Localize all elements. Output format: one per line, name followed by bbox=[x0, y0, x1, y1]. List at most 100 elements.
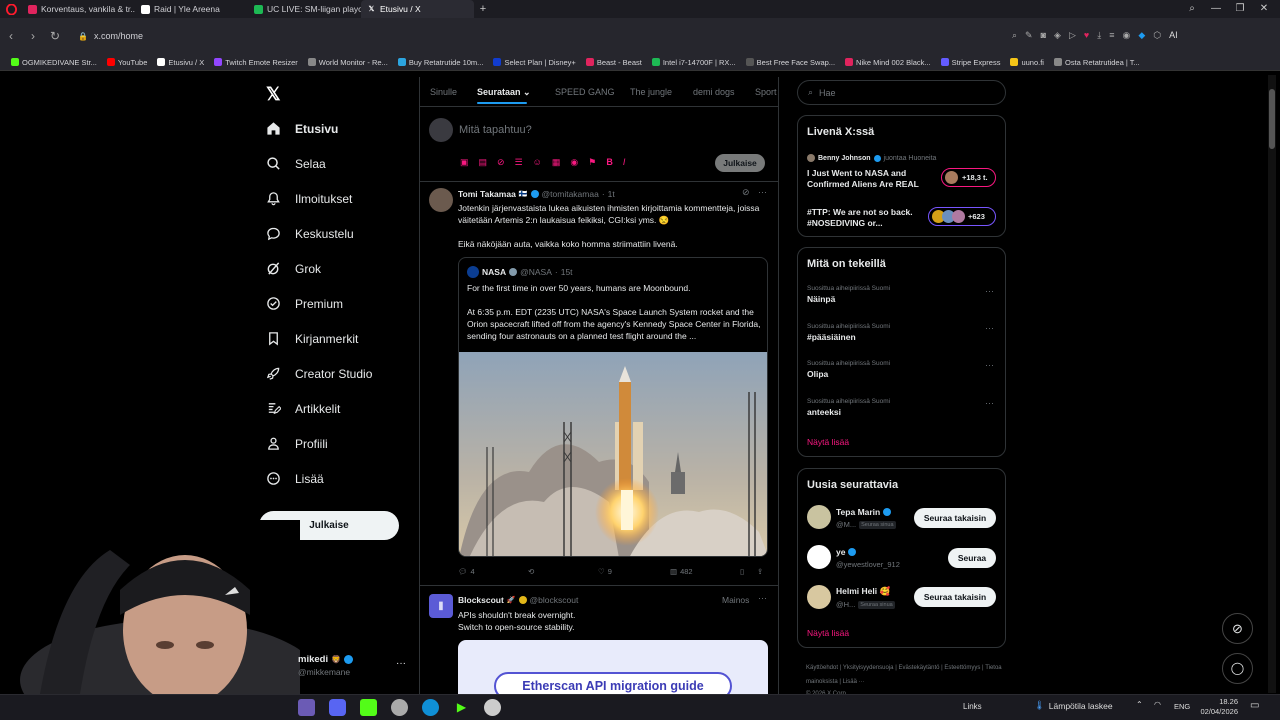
back-icon[interactable]: ‹ bbox=[0, 25, 22, 47]
browser-tab-2[interactable]: Raid | Yle Areena bbox=[135, 0, 248, 18]
more-icon[interactable]: ··· bbox=[985, 323, 994, 333]
media-icon[interactable]: ▶ bbox=[453, 699, 470, 716]
live-listeners[interactable]: +623 bbox=[928, 207, 996, 226]
bookmark-item[interactable]: OGMIKEDIVANE Str... bbox=[6, 54, 102, 71]
search-tabs-icon[interactable]: ⌕ bbox=[1180, 0, 1204, 18]
tab-sport[interactable]: Sport bbox=[755, 87, 777, 97]
edge-icon[interactable] bbox=[422, 699, 439, 716]
live-item-title[interactable]: #TTP: We are not so back. #NOSEDIVING or… bbox=[807, 207, 922, 229]
maximize-button[interactable]: ❐ bbox=[1228, 0, 1252, 18]
more-icon[interactable]: ··· bbox=[758, 187, 767, 197]
bookmark-item[interactable]: Nike Mind 002 Black... bbox=[840, 54, 936, 71]
bookmark-item[interactable]: Intel i7-14700F | RX... bbox=[647, 54, 741, 71]
share-button[interactable]: ⇪ bbox=[757, 567, 763, 576]
emoji-icon[interactable]: ☺ bbox=[533, 157, 542, 168]
opera-logo-icon[interactable] bbox=[0, 0, 22, 18]
profile-icon[interactable]: ◉ bbox=[1122, 30, 1130, 41]
play-icon[interactable]: ▷ bbox=[1069, 30, 1076, 41]
browser-tab-1[interactable]: Korventaus, vankila & tr... bbox=[22, 0, 135, 18]
tweet-time[interactable]: 1t bbox=[608, 189, 615, 199]
follow-back-button[interactable]: Seuraa takaisin bbox=[914, 508, 996, 528]
flag-icon[interactable]: ⚑ bbox=[588, 157, 596, 168]
reply-button[interactable]: 💬︎ 4 bbox=[458, 567, 475, 576]
poll-icon[interactable]: ☰ bbox=[515, 157, 523, 168]
nav-item-premium[interactable]: Premium bbox=[266, 296, 343, 311]
scrollbar-thumb[interactable] bbox=[1269, 89, 1275, 149]
more-icon[interactable]: ··· bbox=[985, 398, 994, 408]
download-icon[interactable]: ⤓ bbox=[1097, 30, 1101, 41]
bookmark-item[interactable]: Select Plan | Disney+ bbox=[488, 54, 580, 71]
avatar[interactable] bbox=[429, 118, 453, 142]
footer-link[interactable]: Lisää ··· bbox=[843, 679, 865, 685]
app-icon[interactable] bbox=[391, 699, 408, 716]
composer-post-button[interactable]: Julkaise bbox=[715, 154, 765, 172]
bookmark-item[interactable]: Best Free Face Swap... bbox=[741, 54, 840, 71]
bookmark-item[interactable]: YouTube bbox=[102, 54, 152, 71]
app-icon[interactable] bbox=[298, 699, 315, 716]
footer-link[interactable]: Käyttöehdot bbox=[806, 665, 838, 671]
new-tab-button[interactable]: + bbox=[474, 3, 492, 15]
footer-link[interactable]: Evästekäytäntö bbox=[898, 665, 939, 671]
grok-icon[interactable]: ⊘ bbox=[742, 187, 750, 198]
weather-widget[interactable]: 🌡︎ Lämpötila laskee bbox=[1034, 700, 1113, 711]
wifi-icon[interactable]: ◠ bbox=[1154, 700, 1161, 709]
browser-tab-3[interactable]: UC LIVE: SM-liigan playoff bbox=[248, 0, 361, 18]
like-button[interactable]: ♡ 9 bbox=[598, 567, 612, 576]
extension-icon[interactable]: ◆ bbox=[1138, 30, 1145, 41]
avatar[interactable] bbox=[807, 585, 831, 609]
bookmark-item[interactable]: Twitch Emote Resizer bbox=[209, 54, 303, 71]
more-icon[interactable]: ··· bbox=[985, 360, 994, 370]
bookmark-item[interactable]: Etusivu / X bbox=[152, 54, 209, 71]
avatar[interactable] bbox=[807, 505, 831, 529]
tab-the-jungle[interactable]: The jungle bbox=[630, 87, 672, 97]
grok-floating-button[interactable]: ⊘ bbox=[1222, 613, 1253, 644]
browser-tab-4[interactable]: 𝕏 Etusivu / X bbox=[361, 0, 474, 18]
zoom-icon[interactable]: ⌕ bbox=[1012, 30, 1017, 41]
rocket-launch-image[interactable] bbox=[459, 352, 767, 556]
composer-input[interactable]: Mitä tapahtuu? bbox=[459, 124, 532, 136]
tweet-handle[interactable]: @tomitakamaa bbox=[542, 189, 599, 199]
trend-item[interactable]: Suosittua aiheipiirissä Suomi anteeksi bbox=[807, 398, 890, 417]
trend-item[interactable]: Suosittua aiheipiirissä Suomi Olipa bbox=[807, 360, 890, 379]
forward-icon[interactable]: › bbox=[22, 25, 44, 47]
links-toolbar[interactable]: Links bbox=[963, 702, 982, 711]
shield-icon[interactable]: ◈ bbox=[1054, 30, 1061, 41]
live-listeners[interactable]: +18,3 t. bbox=[941, 168, 996, 187]
url-field[interactable]: 🔒 x.com/home bbox=[78, 28, 143, 44]
bookmark-item[interactable]: Beast - Beast bbox=[581, 54, 647, 71]
bookmark-item[interactable]: World Monitor - Re... bbox=[303, 54, 393, 71]
more-icon[interactable]: ··· bbox=[985, 286, 994, 296]
bookmark-button[interactable]: ▯ bbox=[740, 567, 744, 576]
nav-item-notifications[interactable]: Ilmoitukset bbox=[266, 191, 352, 206]
page-scrollbar[interactable] bbox=[1268, 75, 1276, 693]
obs-icon[interactable] bbox=[360, 699, 377, 716]
menu-icon[interactable]: ≡ bbox=[1109, 30, 1114, 41]
views-button[interactable]: ▥ 482 bbox=[670, 567, 693, 576]
cube-icon[interactable]: ⬡ bbox=[1153, 30, 1161, 41]
bold-icon[interactable]: B bbox=[606, 157, 613, 168]
follow-button[interactable]: Seuraa bbox=[948, 548, 996, 568]
tab-for-you[interactable]: Sinulle bbox=[430, 87, 457, 97]
edit-icon[interactable]: ✎ bbox=[1025, 30, 1033, 41]
x-logo-icon[interactable]: 𝕏 bbox=[266, 84, 281, 105]
avatar[interactable] bbox=[429, 188, 453, 212]
nav-item-home[interactable]: Etusivu bbox=[266, 121, 338, 136]
bookmark-item[interactable]: uuno.fi bbox=[1005, 54, 1049, 71]
live-item-title[interactable]: I Just Went to NASA and Confirmed Aliens… bbox=[807, 168, 932, 190]
nav-item-profile[interactable]: Profiili bbox=[266, 436, 328, 451]
tweet-author[interactable]: Tomi Takamaa bbox=[458, 189, 516, 199]
follow-suggestion-name[interactable]: Tepa Marin bbox=[836, 507, 892, 517]
tab-speed-gang[interactable]: SPEED GANG bbox=[555, 87, 615, 97]
nav-item-grok[interactable]: Grok bbox=[266, 261, 321, 276]
tab-following[interactable]: Seurataan ⌄ bbox=[477, 87, 531, 98]
footer-link[interactable]: Yksityisyydensuoja bbox=[843, 665, 894, 671]
chevron-up-icon[interactable]: ⌃ bbox=[1136, 700, 1143, 709]
gif-icon[interactable]: ▤ bbox=[479, 157, 488, 168]
nav-item-explore[interactable]: Selaa bbox=[266, 156, 326, 171]
avatar[interactable] bbox=[807, 545, 831, 569]
nav-item-more[interactable]: Lisää bbox=[266, 471, 324, 486]
discord-icon[interactable] bbox=[329, 699, 346, 716]
schedule-icon[interactable]: ▦ bbox=[552, 157, 561, 168]
search-input[interactable]: ⌕ Hae bbox=[797, 80, 1006, 105]
follow-suggestion-name[interactable]: ye bbox=[836, 547, 857, 557]
